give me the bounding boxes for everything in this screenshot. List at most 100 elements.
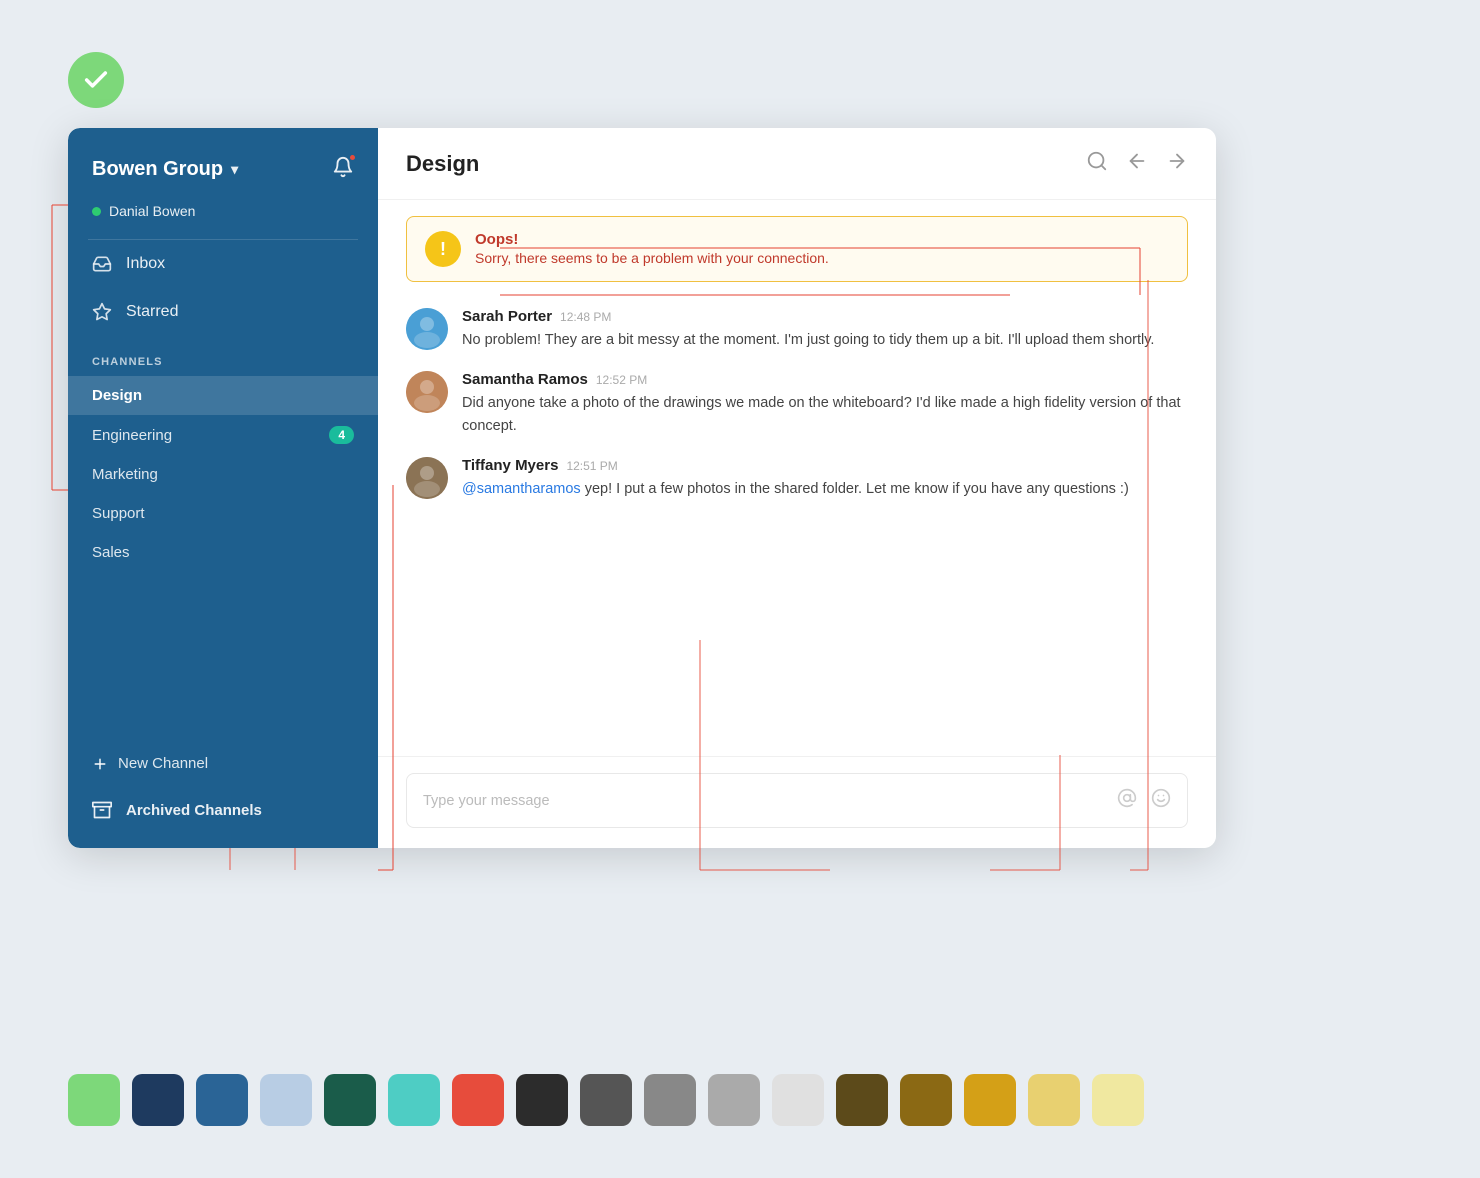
new-channel-label: New Channel [118,755,208,772]
swatch-very-light-gray[interactable] [772,1074,824,1126]
inbox-icon [92,254,112,274]
main-window: Bowen Group ▾ Danial Bowen Inbox [68,128,1216,848]
channel-name-design: Design [92,387,142,404]
swatch-brown[interactable] [900,1074,952,1126]
sidebar-item-starred[interactable]: Starred [68,288,378,336]
channel-name-sales: Sales [92,544,130,561]
message-author: Samantha Ramos [462,371,588,388]
channel-name-support: Support [92,505,145,522]
avatar [406,371,448,413]
workspace-name[interactable]: Bowen Group ▾ [92,158,238,181]
message-content: Samantha Ramos 12:52 PM Did anyone take … [462,371,1188,437]
swatch-pale-yellow[interactable] [1092,1074,1144,1126]
back-button[interactable] [1126,150,1148,177]
message-item: Sarah Porter 12:48 PM No problem! They a… [406,298,1188,361]
archived-channels-label: Archived Channels [126,802,262,819]
alert-content: Oops! Sorry, there seems to be a problem… [475,231,829,266]
message-item: Samantha Ramos 12:52 PM Did anyone take … [406,361,1188,447]
message-time: 12:51 PM [566,459,617,473]
forward-icon [1166,150,1188,172]
mention-link[interactable]: @samantharamos [462,481,581,497]
channel-item-support[interactable]: Support [68,494,378,533]
message-text-after-mention: yep! I put a few photos in the shared fo… [585,481,1129,497]
channels-section-label: CHANNELS [68,336,378,376]
chat-actions [1086,150,1188,177]
message-author: Tiffany Myers [462,457,558,474]
color-swatches-row [68,1074,1144,1126]
message-input-area: Type your message [378,756,1216,848]
message-text: @samantharamos yep! I put a few photos i… [462,478,1129,500]
channel-title: Design [406,151,479,177]
channel-name-marketing: Marketing [92,466,158,483]
swatch-teal[interactable] [388,1074,440,1126]
swatch-light-blue[interactable] [260,1074,312,1126]
alert-subtitle: Sorry, there seems to be a problem with … [475,250,829,266]
sidebar-item-inbox[interactable]: Inbox [68,240,378,288]
inbox-label: Inbox [126,255,165,273]
alert-title: Oops! [475,231,829,248]
swatch-dark-navy[interactable] [132,1074,184,1126]
username-label: Danial Bowen [109,203,195,219]
message-text: Did anyone take a photo of the drawings … [462,392,1188,437]
swatch-blue[interactable] [196,1074,248,1126]
messages-list: Sarah Porter 12:48 PM No problem! They a… [378,282,1216,756]
emoji-icon [1151,788,1171,808]
channel-item-engineering[interactable]: Engineering 4 [68,415,378,455]
tiffany-avatar-image [406,457,448,499]
mention-button[interactable] [1117,788,1137,813]
swatch-light-gray[interactable] [708,1074,760,1126]
search-icon [1086,150,1108,172]
user-status-row: Danial Bowen [68,203,378,239]
message-text: No problem! They are a bit messy at the … [462,329,1154,351]
swatch-dark-brown[interactable] [836,1074,888,1126]
message-input-wrapper: Type your message [406,773,1188,828]
online-status-dot [92,207,101,216]
avatar [406,457,448,499]
channel-item-design[interactable]: Design [68,376,378,415]
sidebar-header: Bowen Group ▾ [68,128,378,203]
notification-dot [348,153,357,162]
channel-name-engineering: Engineering [92,427,172,444]
at-icon [1117,788,1137,808]
input-icons [1117,788,1171,813]
emoji-button[interactable] [1151,788,1171,813]
new-channel-button[interactable]: New Channel [68,741,378,786]
swatch-dark-green[interactable] [324,1074,376,1126]
message-input-placeholder: Type your message [423,793,550,809]
sarah-avatar-image [406,308,448,350]
engineering-badge: 4 [329,426,354,444]
message-header: Tiffany Myers 12:51 PM [462,457,1129,474]
message-time: 12:52 PM [596,373,647,387]
swatch-dark-gray[interactable] [580,1074,632,1126]
swatch-gold[interactable] [964,1074,1016,1126]
starred-label: Starred [126,303,178,321]
alert-icon: ! [425,231,461,267]
archive-icon [92,800,112,820]
alert-banner: ! Oops! Sorry, there seems to be a probl… [406,216,1188,282]
message-author: Sarah Porter [462,308,552,325]
success-check-icon [68,52,124,108]
channel-item-sales[interactable]: Sales [68,533,378,572]
archived-channels-button[interactable]: Archived Channels [68,786,378,848]
swatch-green[interactable] [68,1074,120,1126]
chevron-down-icon: ▾ [231,161,238,178]
message-time: 12:48 PM [560,310,611,324]
avatar [406,308,448,350]
sidebar-footer: New Channel Archived Channels [68,741,378,848]
message-item: Tiffany Myers 12:51 PM @samantharamos ye… [406,447,1188,510]
message-content: Sarah Porter 12:48 PM No problem! They a… [462,308,1154,351]
workspace-label: Bowen Group [92,158,223,181]
message-header: Samantha Ramos 12:52 PM [462,371,1188,388]
forward-button[interactable] [1166,150,1188,177]
swatch-medium-gray[interactable] [644,1074,696,1126]
search-button[interactable] [1086,150,1108,177]
swatch-red[interactable] [452,1074,504,1126]
message-header: Sarah Porter 12:48 PM [462,308,1154,325]
channel-item-marketing[interactable]: Marketing [68,455,378,494]
message-content: Tiffany Myers 12:51 PM @samantharamos ye… [462,457,1129,500]
notification-bell-button[interactable] [332,156,354,183]
star-icon [92,302,112,322]
swatch-light-gold[interactable] [1028,1074,1080,1126]
swatch-black[interactable] [516,1074,568,1126]
samantha-avatar-image [406,371,448,413]
